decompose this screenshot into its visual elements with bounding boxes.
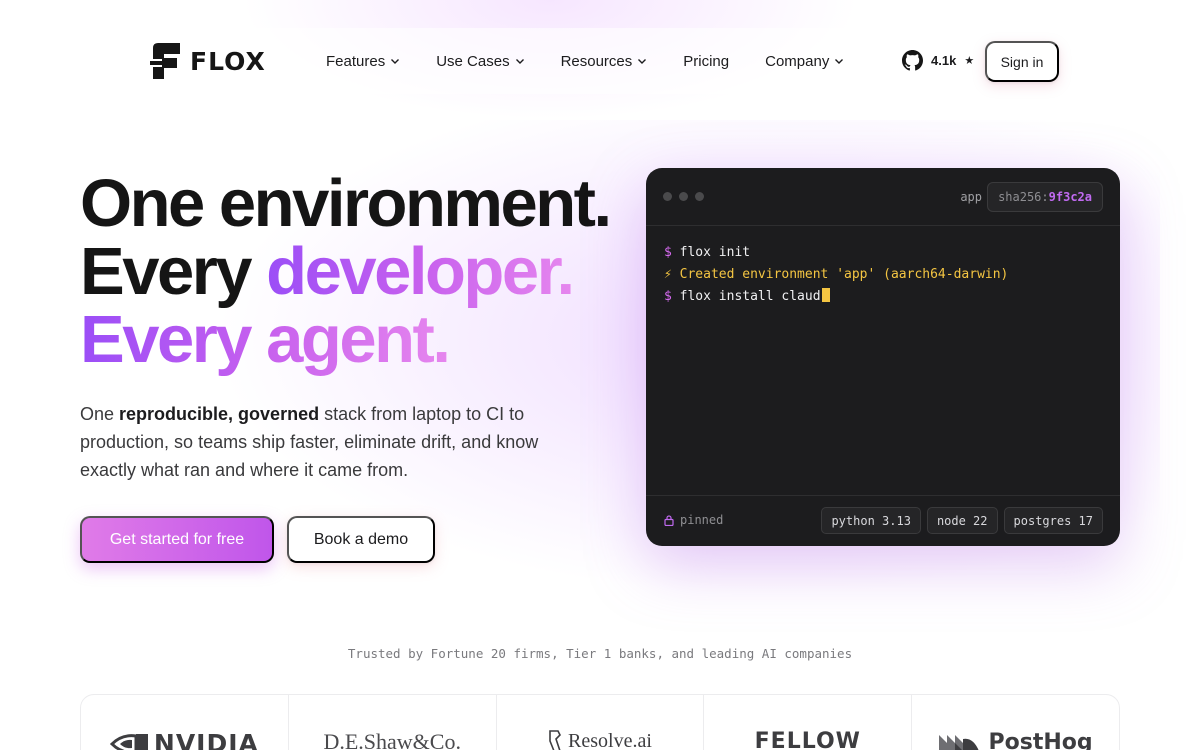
resolve-mark-icon xyxy=(549,730,562,750)
github-icon xyxy=(902,50,923,71)
menu-item-label: Resources xyxy=(560,52,633,70)
terminal-line: $ flox init xyxy=(664,242,1102,264)
prompt-symbol: $ xyxy=(664,245,680,260)
command-text: flox init xyxy=(679,245,751,260)
hero-headline: One environment. Every developer. Every … xyxy=(80,170,640,374)
window-dots xyxy=(663,192,704,201)
terminal-footer: pinned python 3.13 node 22 postgres 17 xyxy=(646,495,1120,546)
logo-cell-deshaw: D.E.Shaw&Co. xyxy=(289,695,497,750)
text-cursor xyxy=(821,288,830,302)
lead-pre: One xyxy=(80,404,120,424)
terminal-line: ⚡ Created environment 'app' (aarch64-dar… xyxy=(664,264,1102,286)
nvidia-logo: NVIDIA xyxy=(109,729,259,750)
posthog-wordmark: PostHog xyxy=(988,729,1093,750)
lightning-icon: ⚡ xyxy=(664,267,680,282)
hash-label: sha256: xyxy=(998,190,1049,204)
chevron-down-icon xyxy=(835,59,844,64)
terminal-window: app sha256: 9f3c2a $ flox init ⚡ Created … xyxy=(646,168,1120,546)
customer-logo-strip: NVIDIA D.E.Shaw&Co. Resolve.ai FELLOW Po… xyxy=(80,694,1120,750)
pinned-status: pinned xyxy=(664,513,723,527)
navbar: FLOX Features Use Cases Resources Pricin… xyxy=(130,28,1070,94)
brand-name: FLOX xyxy=(190,46,266,76)
package-chips: python 3.13 node 22 postgres 17 xyxy=(821,507,1103,534)
package-chip-python: python 3.13 xyxy=(821,507,921,534)
menu-item-label: Features xyxy=(326,52,386,70)
resolve-logo: Resolve.ai xyxy=(548,729,652,750)
lock-icon xyxy=(664,514,674,526)
book-demo-button[interactable]: Book a demo xyxy=(287,516,435,563)
menu-item-pricing[interactable]: Pricing xyxy=(683,50,729,72)
terminal-line: $ flox install claud xyxy=(664,286,1102,308)
logo-cell-fellow: FELLOW xyxy=(704,695,913,750)
output-text: Created environment 'app' (aarch64-darwi… xyxy=(679,267,1009,282)
github-star-count: 4.1k xyxy=(931,53,957,68)
headline-line-1: One environment. xyxy=(80,166,612,241)
headline-line-2-accent: developer. xyxy=(266,234,575,309)
window-dot xyxy=(663,192,672,201)
hero-lead-paragraph: One reproducible, governed stack from la… xyxy=(80,400,580,484)
terminal-output: $ flox init ⚡ Created environment 'app' … xyxy=(646,226,1120,324)
chevron-down-icon xyxy=(515,59,524,64)
main-menu: Features Use Cases Resources Pricing Com… xyxy=(326,50,880,72)
chevron-down-icon xyxy=(391,59,400,64)
menu-item-resources[interactable]: Resources xyxy=(561,50,648,72)
lead-bold: reproducible, governed xyxy=(119,404,320,424)
headline-line-2-plain: Every xyxy=(80,234,267,309)
headline-line-3: Every agent. xyxy=(80,302,451,377)
posthog-logo: PostHog xyxy=(938,729,1093,750)
command-text: flox install claud xyxy=(679,289,821,304)
hash-value: 9f3c2a xyxy=(1048,190,1092,204)
resolve-wordmark: Resolve.ai xyxy=(568,729,652,750)
prompt-symbol: $ xyxy=(664,289,680,304)
menu-item-company[interactable]: Company xyxy=(765,50,844,72)
environment-name: app xyxy=(960,190,982,204)
chevron-down-icon xyxy=(638,59,647,64)
menu-item-label: Pricing xyxy=(683,52,730,70)
logo-cell-posthog: PostHog xyxy=(912,695,1119,750)
flox-logo-link[interactable]: FLOX xyxy=(150,42,266,80)
posthog-hedgehog-icon xyxy=(938,735,979,750)
menu-item-use-cases[interactable]: Use Cases xyxy=(436,50,524,72)
star-icon: ★ xyxy=(964,55,975,67)
pinned-label: pinned xyxy=(680,513,724,527)
menu-item-label: Company xyxy=(765,52,830,70)
package-chip-node: node 22 xyxy=(926,507,998,534)
get-started-button[interactable]: Get started for free xyxy=(80,516,274,563)
window-dot xyxy=(695,192,704,201)
package-chip-postgres: postgres 17 xyxy=(1003,507,1103,534)
fellow-logo: FELLOW xyxy=(754,729,861,750)
nvidia-wordmark: NVIDIA xyxy=(153,729,259,750)
trusted-by-tagline: Trusted by Fortune 20 firms, Tier 1 bank… xyxy=(347,646,853,661)
nvidia-eye-icon xyxy=(109,733,148,750)
sign-in-button[interactable]: Sign in xyxy=(985,41,1059,82)
logo-cell-resolve: Resolve.ai xyxy=(497,695,705,750)
flox-logo-icon xyxy=(150,42,182,80)
deshaw-logo: D.E.Shaw&Co. xyxy=(323,729,461,750)
terminal-titlebar: app sha256: 9f3c2a xyxy=(646,168,1120,226)
environment-hash-badge: sha256: 9f3c2a xyxy=(987,182,1103,212)
logo-cell-nvidia: NVIDIA xyxy=(81,695,289,750)
menu-item-features[interactable]: Features xyxy=(326,50,400,72)
window-dot xyxy=(679,192,688,201)
menu-item-label: Use Cases xyxy=(436,52,510,70)
github-stars-link[interactable]: 4.1k ★ xyxy=(902,50,974,71)
